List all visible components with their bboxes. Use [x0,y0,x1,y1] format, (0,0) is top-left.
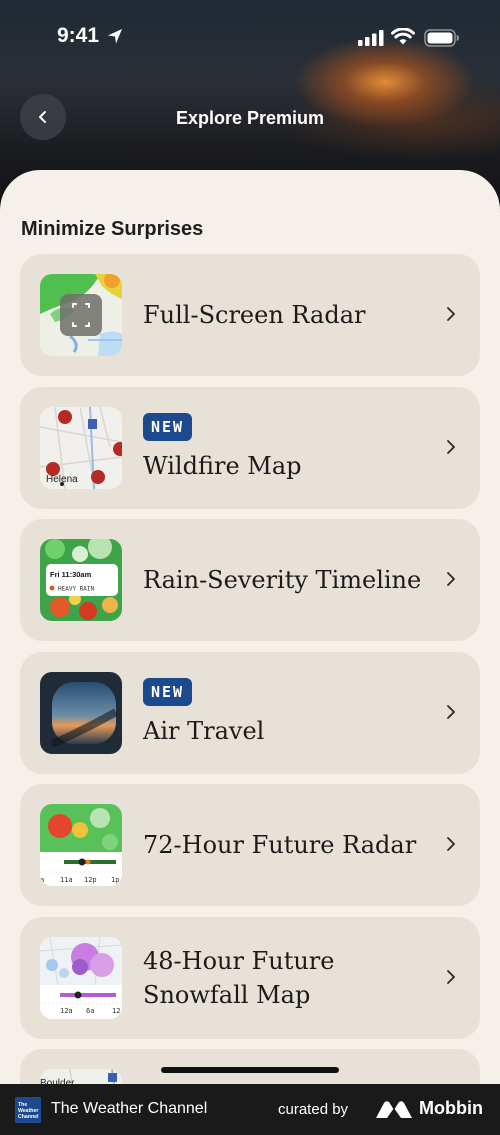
chevron-right-icon [447,439,455,454]
feature-label: Full-Screen Radar [143,301,366,329]
rain-thumb-time: Fri 11:30am [50,570,92,579]
rain-thumb-tag: HEAVY RAIN [58,586,95,593]
feature-list: Full-Screen Radar Helena NEW Wildfire Ma… [20,254,480,1100]
chevron-right-icon [447,572,455,586]
new-badge: NEW [143,677,193,706]
feature-label: 72-Hour Future Radar [143,831,417,859]
air-travel-thumbnail [40,671,122,754]
wifi-icon [391,28,415,45]
weather-channel-logo: The Weather Channel [15,1097,41,1123]
feature-card-rain-severity-timeline[interactable]: Fri 11:30am HEAVY RAIN Rain-Severity Tim… [20,519,480,641]
wildfire-map-thumbnail: Helena [40,406,122,489]
feature-card-wildfire-map[interactable]: Helena NEW Wildfire Map [20,386,480,509]
72-hour-future-radar-thumbnail: a 11a 12p 1p [40,804,122,886]
svg-text:Channel: Channel [18,1114,39,1120]
location-arrow-icon [108,29,122,44]
svg-text:12: 12 [112,1007,120,1015]
new-badge: NEW [143,412,193,441]
footer-bar: The Weather Channel The Weather Channel … [0,1084,500,1135]
chevron-right-icon [447,969,455,984]
curated-by-text: curated by [278,1101,349,1118]
feature-card-72-hour-future-radar[interactable]: a 11a 12p 1p 72-Hour Future Radar [20,784,480,906]
48-hour-future-snowfall-map-thumbnail: 12a 6a 12 [40,936,122,1019]
feature-label: Wildfire Map [143,451,302,480]
svg-text:12p: 12p [84,876,97,884]
brand-name: Mobbin [419,1098,483,1118]
feature-label: 48-Hour Future Snowfall Map [143,946,335,1009]
battery-icon [424,29,459,47]
svg-text:a: a [40,876,44,884]
section-title: Minimize Surprises [21,218,204,240]
svg-text:1p: 1p [111,876,119,884]
status-bar: 9:41 [0,22,500,54]
app-name: The Weather Channel [51,1100,208,1117]
chevron-right-icon [447,704,455,719]
content-sheet: Minimize Surprises Full-Screen Radar Hel… [0,170,500,1100]
chevron-right-icon [447,837,455,851]
status-time: 9:41 [57,24,100,47]
page-title: Explore Premium [175,108,325,128]
cellular-signal-icon [358,30,384,46]
feature-label: Air Travel [143,716,265,745]
home-indicator [161,1067,339,1073]
feature-card-48-hour-future-snowfall-map[interactable]: 12a 6a 12 48-Hour Future Snowfall Map [20,916,480,1039]
feature-label: Rain-Severity Timeline [143,566,422,594]
full-screen-radar-thumbnail [40,274,122,356]
feature-card-full-screen-radar[interactable]: Full-Screen Radar [20,254,480,376]
svg-text:6a: 6a [86,1007,94,1015]
svg-text:12a: 12a [60,1007,73,1015]
mobbin-logo-icon [376,1101,412,1118]
feature-card-air-travel[interactable]: NEW Air Travel [20,651,480,774]
rain-severity-timeline-thumbnail: Fri 11:30am HEAVY RAIN [40,539,122,621]
chevron-right-icon [447,307,455,321]
svg-text:11a: 11a [60,876,73,884]
wildfire-map-thumb-text: Helena [46,474,78,485]
